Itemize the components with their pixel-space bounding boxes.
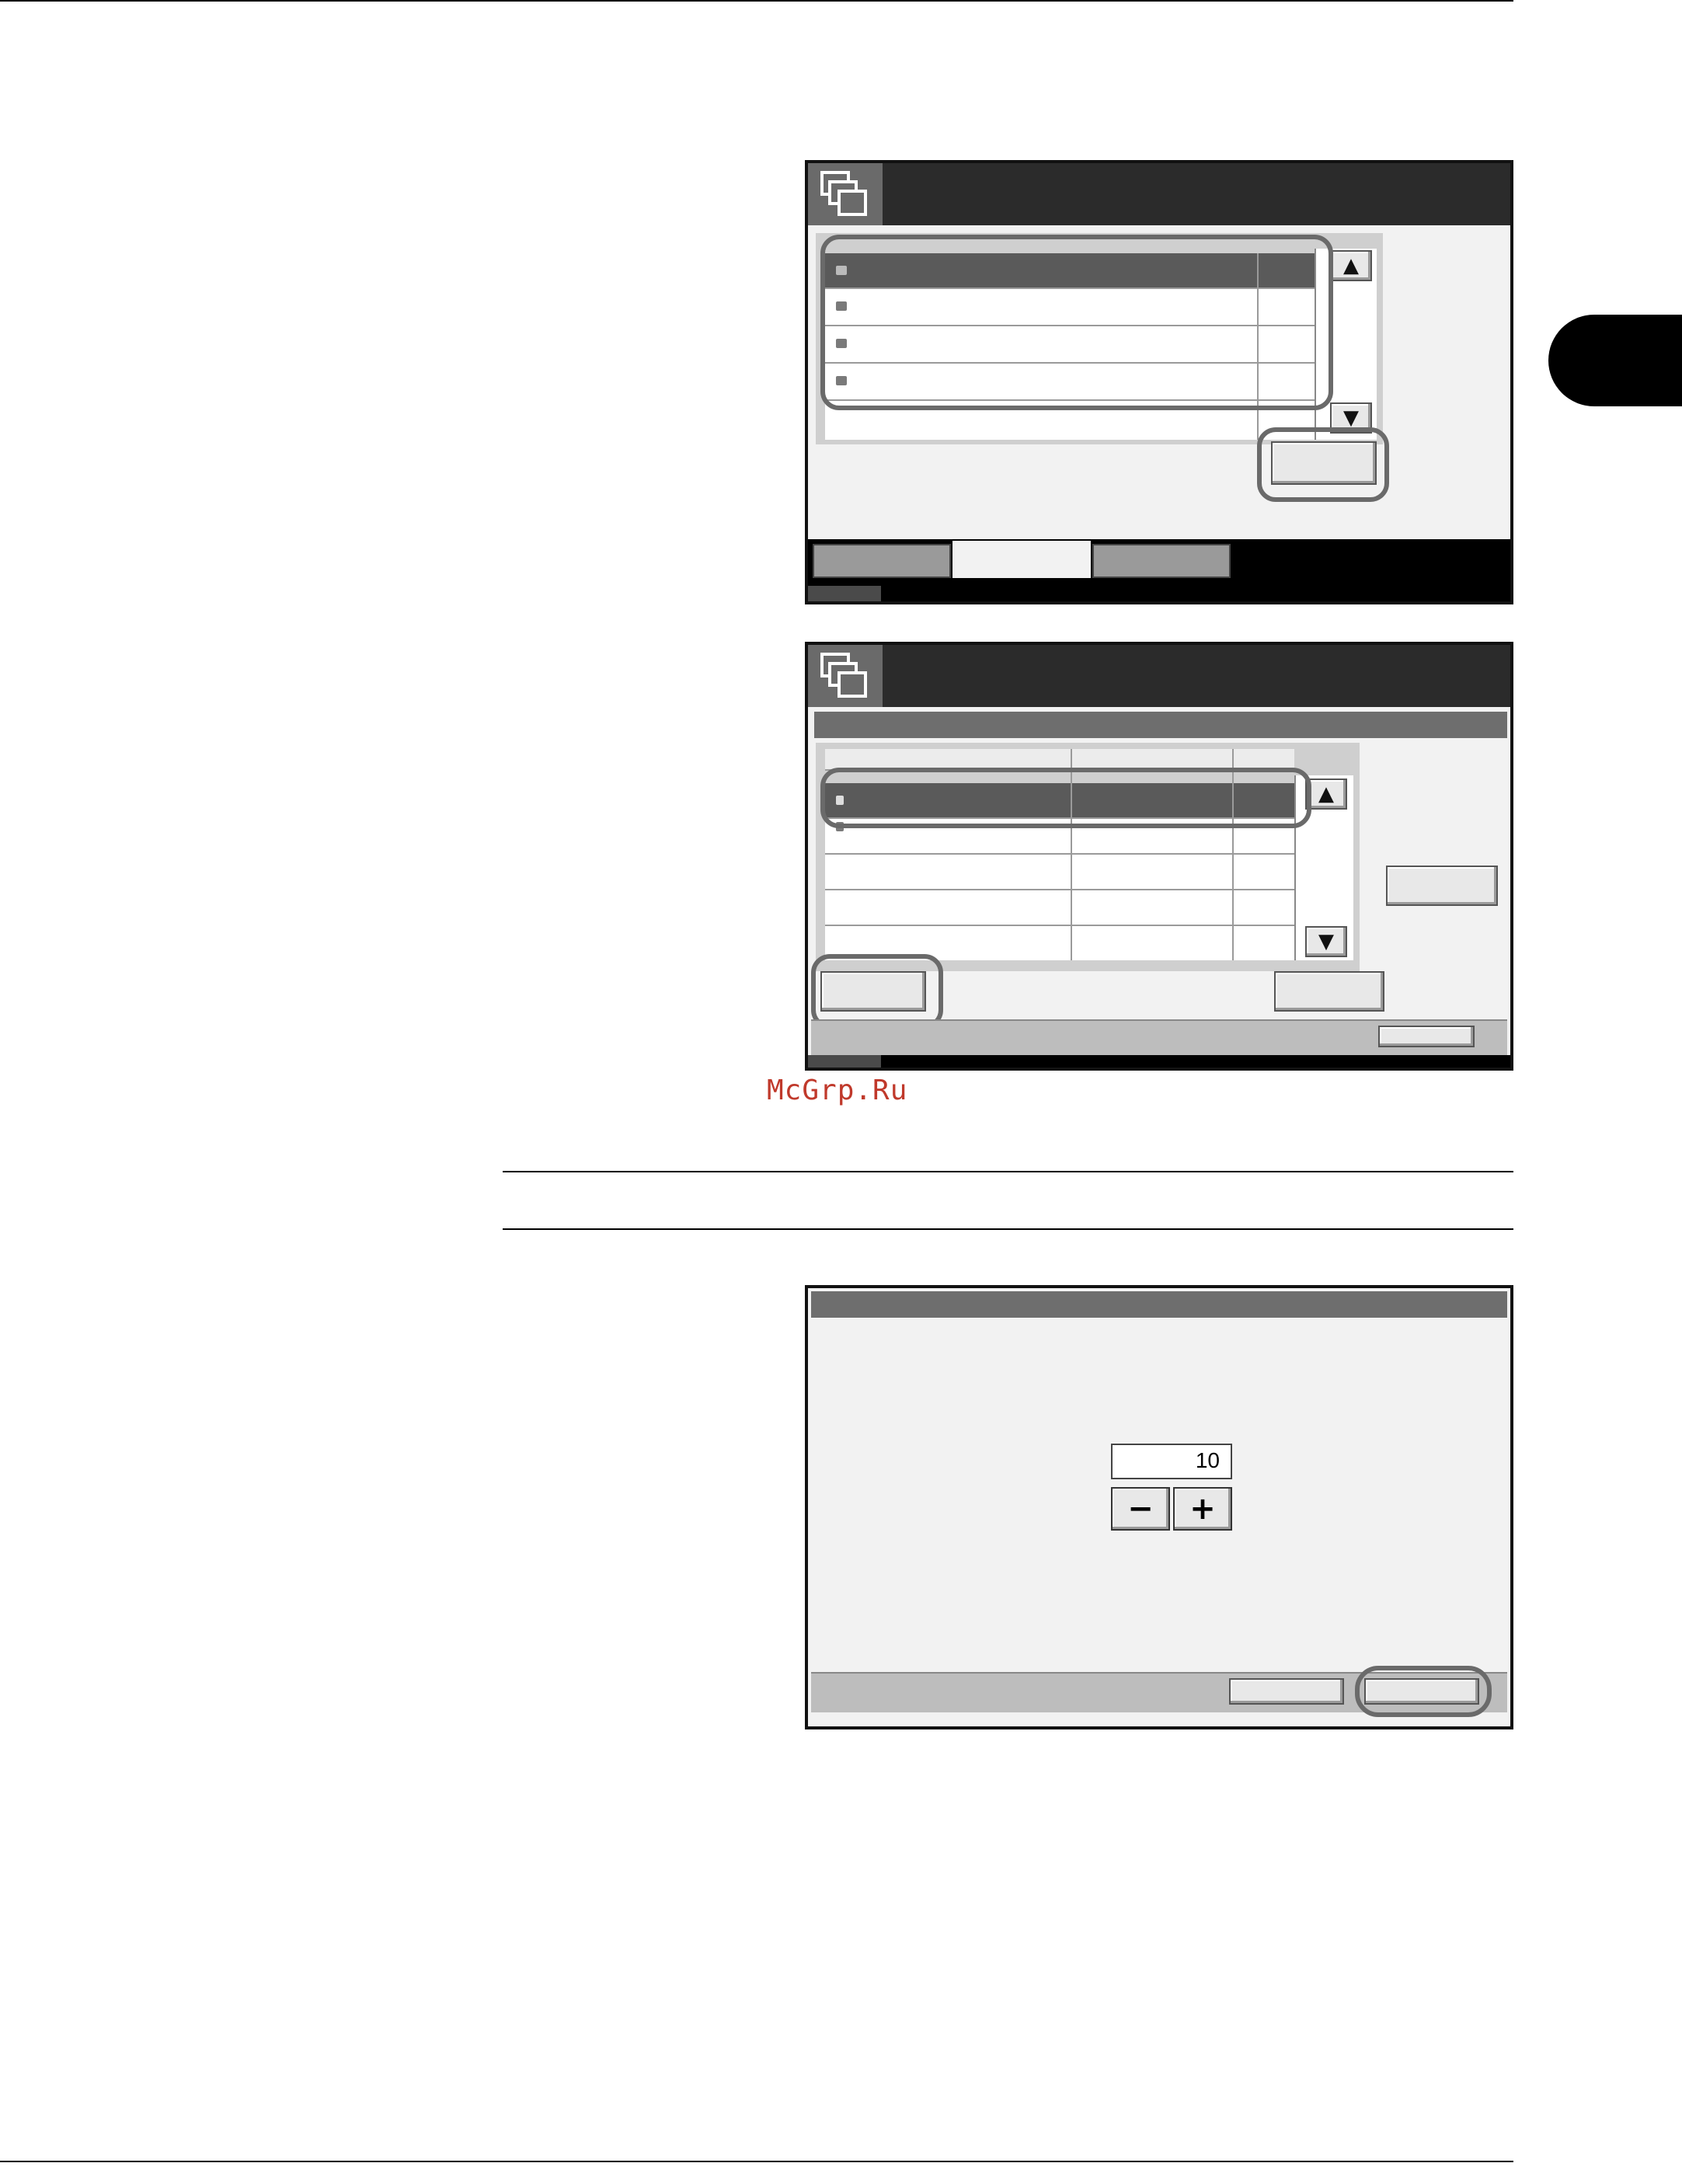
minus-icon: −	[1127, 1491, 1154, 1527]
highlight-ring	[811, 954, 943, 1029]
scroll-down-button[interactable]: ▼	[1305, 926, 1347, 957]
chapter-thumb-tab	[1548, 315, 1682, 406]
status-indicator	[808, 586, 881, 601]
scroll-up-button[interactable]: ▲	[1305, 779, 1347, 810]
title-bar	[808, 645, 1510, 707]
tab-active[interactable]	[952, 541, 1091, 578]
title-bar	[808, 163, 1510, 225]
tab-right[interactable]	[1092, 544, 1231, 578]
top-rule	[0, 0, 1513, 2]
scroll-up-button[interactable]: ▲	[1330, 250, 1372, 281]
triangle-up-icon: ▲	[1318, 782, 1334, 806]
document-box-icon	[808, 645, 883, 707]
triangle-down-icon: ▼	[1343, 406, 1359, 430]
triangle-down-icon: ▼	[1318, 930, 1334, 953]
highlight-ring	[1257, 427, 1389, 502]
status-bar	[808, 1055, 1510, 1068]
plus-icon: +	[1189, 1491, 1216, 1527]
subheader-bar	[814, 712, 1507, 738]
section-rule-bottom	[503, 1228, 1513, 1230]
document-box-icon	[808, 163, 883, 225]
highlight-ring	[820, 768, 1311, 828]
panel-screen-document-list: ▲ ▼	[805, 642, 1513, 1071]
triangle-up-icon: ▲	[1343, 254, 1359, 277]
table-row[interactable]	[825, 855, 1294, 890]
value-display: 10	[1111, 1444, 1232, 1479]
table-row[interactable]	[825, 890, 1294, 926]
section-rule-top	[503, 1171, 1513, 1172]
status-indicator	[808, 1055, 881, 1068]
plus-button[interactable]: +	[1173, 1487, 1232, 1531]
right-action-button[interactable]	[1274, 971, 1384, 1012]
bottom-rule	[0, 2161, 1513, 2162]
panel-screen-value-setting: 10 − +	[805, 1285, 1513, 1729]
footer-button[interactable]	[1378, 1026, 1475, 1047]
side-button[interactable]	[1386, 866, 1498, 906]
minus-button[interactable]: −	[1111, 1487, 1170, 1531]
header-bar	[811, 1291, 1507, 1318]
watermark-text: McGrp.Ru	[767, 1075, 908, 1106]
highlight-ring	[820, 235, 1333, 410]
panel-screen-folder-list: ▲ ▼	[805, 160, 1513, 604]
tab-left[interactable]	[813, 544, 951, 578]
cancel-button[interactable]	[1229, 1678, 1344, 1705]
highlight-ring	[1355, 1666, 1492, 1717]
